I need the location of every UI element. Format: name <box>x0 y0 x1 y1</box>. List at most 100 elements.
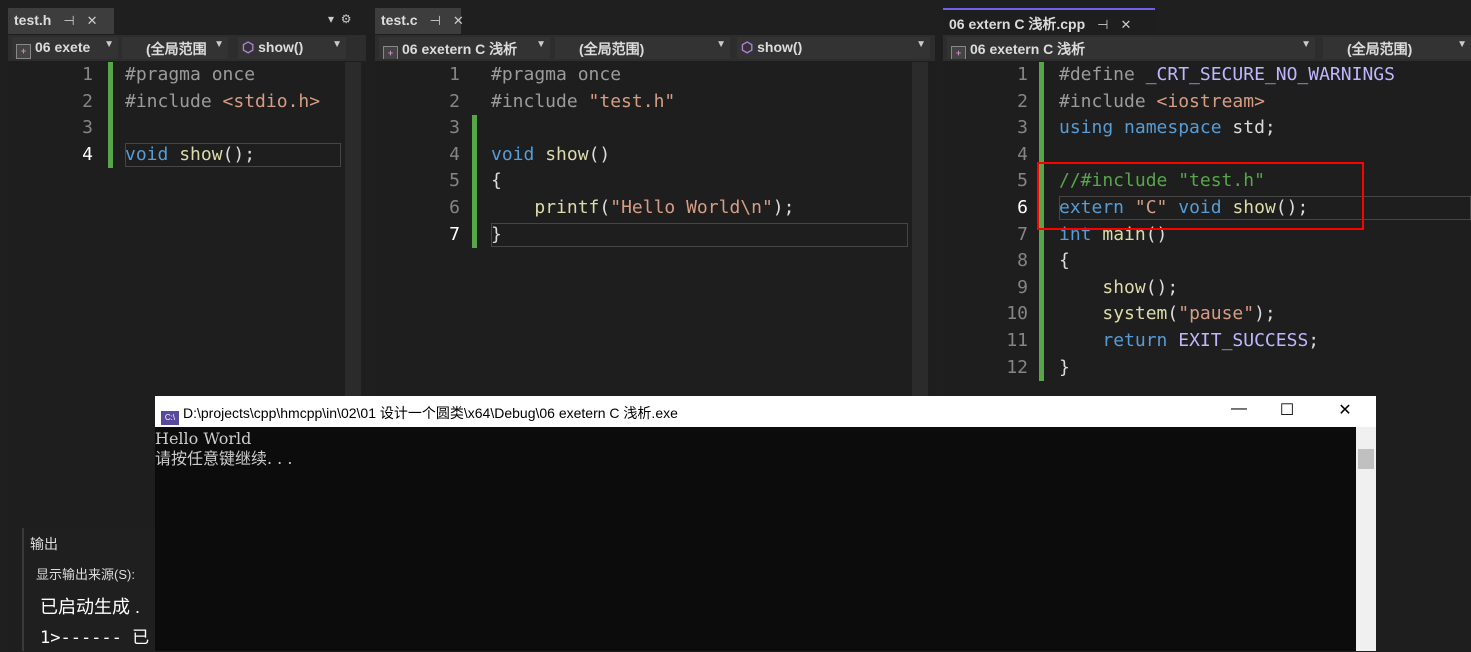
nav-label: 06 exete <box>35 39 91 55</box>
line-number: 7 <box>1017 223 1028 245</box>
chevron-down-icon: ▼ <box>716 39 726 50</box>
code-token: #include <box>125 90 223 112</box>
code-token: () <box>588 143 611 165</box>
pin-icon[interactable]: ⊣ <box>63 13 74 28</box>
nav-dropdown-1[interactable]: (全局范围 ▼ <box>122 37 228 59</box>
code-token: <iostream> <box>1156 90 1265 112</box>
code-token: (); <box>222 143 256 165</box>
code-line: #include <iostream> <box>1059 89 1265 116</box>
cube-icon: ⬡ <box>242 39 259 55</box>
code-token: { <box>491 170 502 192</box>
code-token: { <box>1059 250 1070 272</box>
nav-label: show() <box>258 39 304 55</box>
code-token: system <box>1102 303 1168 325</box>
code-token: show <box>545 143 589 165</box>
minimize-button[interactable]: — <box>1224 400 1254 418</box>
chevron-down-icon: ▼ <box>916 39 926 50</box>
console-line: 请按任意键继续. . . <box>155 449 293 468</box>
line-number: 1 <box>449 64 460 85</box>
close-tab-icon[interactable]: ✕ <box>87 13 98 28</box>
tab-bar: test.c ⊣ ✕ <box>375 0 935 34</box>
change-bar <box>108 62 113 169</box>
maximize-button[interactable]: ☐ <box>1272 400 1302 420</box>
code-token: ; <box>1308 330 1320 351</box>
code-line: #define _CRT_SECURE_NO_WARNINGS <box>1059 62 1395 89</box>
console-line: Hello World <box>155 429 252 448</box>
line-number: 4 <box>449 143 460 165</box>
pane-menu-icons[interactable]: ▾ ⚙ <box>328 12 351 26</box>
code-token: ); <box>772 197 795 218</box>
code-token: #include <box>1059 90 1157 112</box>
code-line: #include "test.h" <box>491 89 675 116</box>
code-token: std; <box>1221 117 1276 139</box>
tab-label: test.c <box>381 12 418 28</box>
code-token: using <box>1059 117 1114 139</box>
line-number: 7 <box>449 223 460 245</box>
code-token: "test.h" <box>588 90 676 112</box>
code-token: #pragma once <box>125 64 256 85</box>
pin-icon[interactable]: ⊣ <box>1097 17 1108 32</box>
line-number: 2 <box>1017 90 1028 112</box>
tab-0[interactable]: test.h ⊣ ✕ <box>8 8 114 34</box>
navigation-bar: +06 exetern C 浅析 ▼ (全局范围) ▼ <box>943 35 1471 61</box>
nav-dropdown-0[interactable]: +06 exete ▼ <box>12 37 118 59</box>
tab-2[interactable]: 06 extern C 浅析.cpp ⊣ ✕ <box>943 8 1155 34</box>
scroll-thumb[interactable] <box>1358 449 1374 469</box>
code-token: show <box>1102 276 1146 298</box>
close-tab-icon[interactable]: ✕ <box>453 13 464 28</box>
change-bar <box>472 115 477 249</box>
line-number: 4 <box>82 143 93 165</box>
code-line: system("pause"); <box>1059 301 1275 328</box>
line-number: 6 <box>1017 197 1028 218</box>
console-scrollbar[interactable] <box>1356 427 1376 651</box>
cube-icon: ⬡ <box>741 39 758 55</box>
nav-label: (全局范围) <box>579 41 645 57</box>
current-line-highlight <box>491 222 908 247</box>
nav-label: 06 exetern C 浅析 <box>402 41 518 57</box>
console-window[interactable]: C:\ D:\projects\cpp\hmcpp\in\02\01 设计一个圆类… <box>155 396 1376 651</box>
nav-label: (全局范围) <box>1347 41 1413 57</box>
output-panel: 输出 显示输出来源(S): 已启动生成 . 1>------ 已 <box>22 528 162 651</box>
nav-dropdown-2[interactable]: ⬡ show() ▼ <box>737 37 930 59</box>
line-number: 5 <box>1017 170 1028 192</box>
code-line: show(); <box>1059 275 1178 302</box>
code-token: } <box>491 223 502 245</box>
code-line: { <box>491 168 502 195</box>
nav-label: (全局范围 <box>146 41 207 57</box>
code-token: "pause" <box>1178 303 1255 325</box>
code-line: } <box>491 222 502 249</box>
line-number: 2 <box>449 90 460 112</box>
code-token: #define <box>1059 64 1146 85</box>
nav-dropdown-0[interactable]: +06 exetern C 浅析 ▼ <box>379 37 550 59</box>
line-number: 1 <box>1017 64 1028 85</box>
navigation-bar: +06 exete ▼ (全局范围 ▼ ⬡ show() ▼ <box>8 35 366 61</box>
code-token: #include <box>491 90 589 112</box>
navigation-bar: +06 exetern C 浅析 ▼ (全局范围) ▼ ⬡ show() ▼ <box>375 35 935 61</box>
code-token: void <box>491 143 535 165</box>
nav-dropdown-0[interactable]: +06 exetern C 浅析 ▼ <box>947 37 1315 59</box>
nav-dropdown-1[interactable]: (全局范围) ▼ <box>1323 37 1471 59</box>
close-button[interactable]: ✕ <box>1330 400 1360 420</box>
nav-label: 06 exetern C 浅析 <box>970 41 1086 57</box>
code-token: show <box>179 143 223 165</box>
tab-1[interactable]: test.c ⊣ ✕ <box>375 8 464 34</box>
line-number: 1 <box>82 64 93 85</box>
console-output: Hello World 请按任意键继续. . . <box>155 427 1376 471</box>
close-tab-icon[interactable]: ✕ <box>1120 17 1131 32</box>
nav-dropdown-2[interactable]: ⬡ show() ▼ <box>238 37 346 59</box>
pin-icon[interactable]: ⊣ <box>430 13 441 28</box>
line-number: 2 <box>82 90 93 112</box>
tab-bar: 06 extern C 浅析.cpp ⊣ ✕ <box>943 0 1471 34</box>
console-title-bar[interactable]: C:\ D:\projects\cpp\hmcpp\in\02\01 设计一个圆类… <box>155 396 1376 427</box>
chevron-down-icon: ▼ <box>214 39 224 50</box>
nav-dropdown-1[interactable]: (全局范围) ▼ <box>555 37 730 59</box>
code-token: ( <box>599 197 611 218</box>
output-source-label: 显示输出来源(S): <box>36 567 135 582</box>
code-token: void <box>125 143 169 165</box>
